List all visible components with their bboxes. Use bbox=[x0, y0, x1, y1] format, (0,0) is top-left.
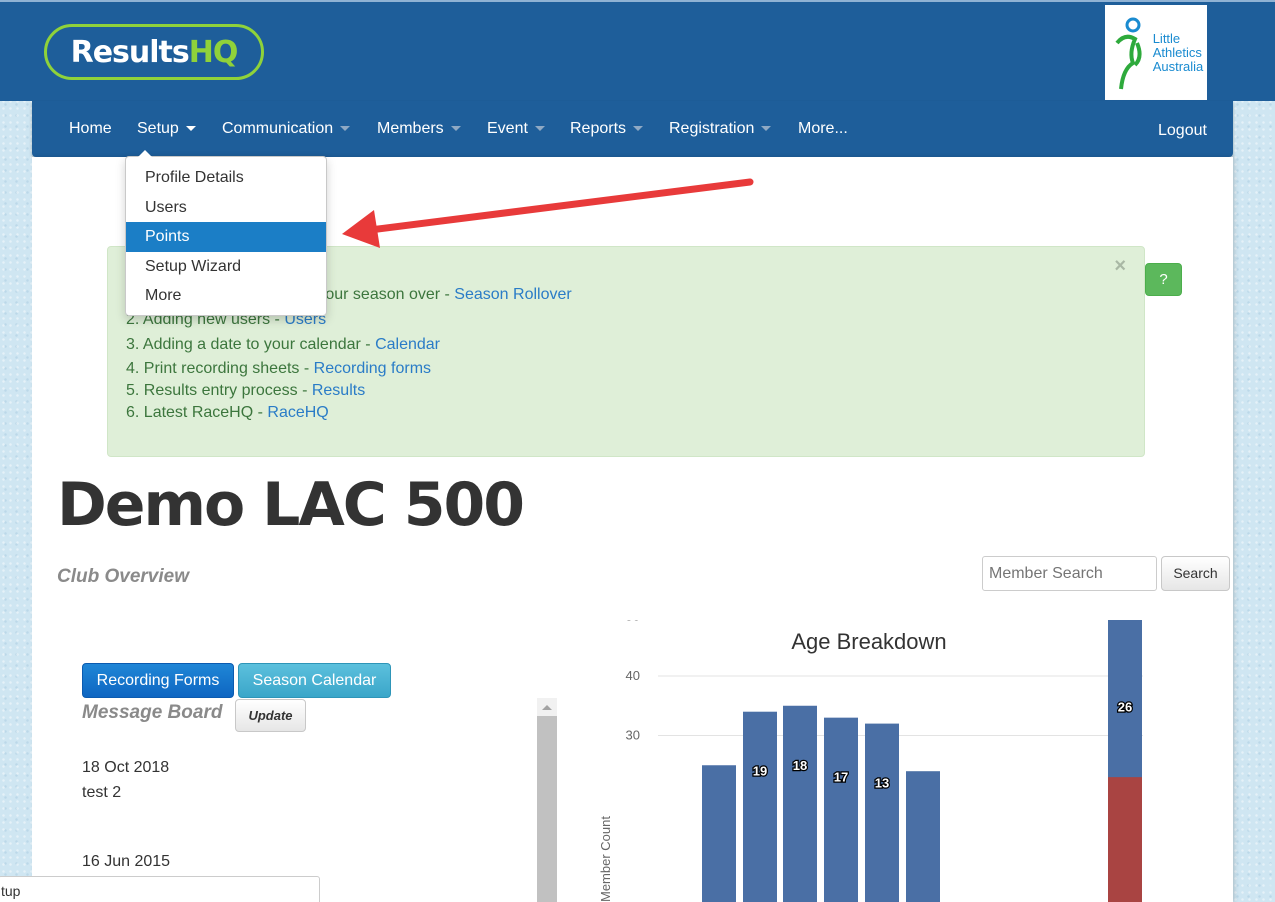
menu-item-points[interactable]: Points bbox=[126, 222, 326, 252]
partner-word: Australia bbox=[1152, 58, 1204, 74]
nav-label: Home bbox=[69, 120, 112, 137]
nav-label: More... bbox=[798, 120, 848, 137]
age-breakdown-chart: Age Breakdown30405060Member Count1918171… bbox=[598, 620, 1143, 902]
bar bbox=[702, 765, 736, 902]
partner-word: Little bbox=[1152, 30, 1181, 46]
alert-text: 6. Latest RaceHQ - bbox=[126, 404, 268, 421]
alert-line: 6. Latest RaceHQ - RaceHQ bbox=[126, 404, 329, 422]
alert-line: d your season over - Season Rollover bbox=[304, 286, 572, 304]
scroll-thumb[interactable] bbox=[537, 716, 557, 902]
nav-label: Setup bbox=[137, 120, 179, 137]
alert-link-season-rollover[interactable]: Season Rollover bbox=[454, 286, 571, 303]
resultshq-logo[interactable]: Results HQ bbox=[44, 24, 264, 80]
logo-text: Results bbox=[70, 34, 190, 70]
club-title: Demo LAC 500 bbox=[57, 470, 525, 540]
athlete-figure-icon bbox=[1115, 17, 1142, 89]
menu-item-more[interactable]: More bbox=[126, 281, 326, 311]
bar-data-label: 19 bbox=[753, 764, 767, 779]
top-header: Results HQ Little Athletics Australia bbox=[0, 0, 1275, 101]
nav-label: Communication bbox=[222, 120, 334, 137]
bar bbox=[824, 717, 858, 902]
message-board-scrollbar[interactable] bbox=[537, 698, 557, 902]
nav-registration[interactable]: Registration bbox=[669, 101, 772, 157]
caret-down-icon bbox=[340, 126, 351, 132]
nav-communication[interactable]: Communication bbox=[222, 101, 351, 157]
alert-line: 4. Print recording sheets - Recording fo… bbox=[126, 360, 431, 378]
caret-down-icon bbox=[633, 126, 644, 132]
bar-data-label: 26 bbox=[1118, 700, 1132, 715]
nav-label: Registration bbox=[669, 120, 755, 137]
logout-label: Logout bbox=[1158, 122, 1207, 139]
bar bbox=[906, 771, 940, 902]
annotation-arrow bbox=[342, 178, 754, 248]
alert-line: 3. Adding a date to your calendar - Cale… bbox=[126, 336, 440, 354]
alert-link-recording-forms[interactable]: Recording forms bbox=[314, 360, 431, 377]
y-tick-label: 30 bbox=[626, 728, 640, 743]
alert-text: 3. Adding a date to your calendar - bbox=[126, 336, 376, 353]
nav-reports[interactable]: Reports bbox=[570, 101, 644, 157]
bar bbox=[1108, 777, 1142, 902]
message-date: 16 Jun 2015 bbox=[82, 853, 171, 870]
nav-home[interactable]: Home bbox=[69, 101, 112, 157]
caret-down-icon bbox=[185, 126, 196, 132]
partner-logo-text: Little Athletics Australia bbox=[1152, 30, 1204, 74]
menu-item-profile-details[interactable]: Profile Details bbox=[126, 163, 326, 193]
help-button[interactable]: ? bbox=[1145, 263, 1182, 296]
nav-setup[interactable]: Setup bbox=[137, 101, 196, 157]
caret-down-icon bbox=[761, 126, 772, 132]
y-tick-label: 40 bbox=[626, 668, 640, 683]
setup-dropdown-menu: Profile Details Users Points Setup Wizar… bbox=[125, 150, 327, 316]
alert-link-racehq[interactable]: RaceHQ bbox=[267, 404, 328, 421]
message-body: test 2 bbox=[82, 784, 122, 801]
y-axis-label: Member Count bbox=[598, 816, 613, 902]
bar bbox=[783, 705, 817, 902]
y-tick-label: 50 bbox=[626, 620, 640, 624]
scroll-up-icon[interactable] bbox=[542, 705, 552, 710]
club-overview-subtitle: Club Overview bbox=[57, 566, 189, 587]
search-button[interactable]: Search bbox=[1161, 556, 1230, 591]
nav-label: Event bbox=[487, 120, 528, 137]
chart-title: Age Breakdown bbox=[791, 629, 946, 654]
alert-link-calendar[interactable]: Calendar bbox=[375, 336, 440, 353]
bar bbox=[743, 711, 777, 902]
alert-text: 4. Print recording sheets - bbox=[126, 360, 314, 377]
nav-members[interactable]: Members bbox=[377, 101, 461, 157]
message-board-title: Message Board bbox=[82, 702, 223, 723]
nav-event[interactable]: Event bbox=[487, 101, 545, 157]
message-date: 18 Oct 2018 bbox=[82, 759, 170, 776]
season-calendar-button[interactable]: Season Calendar bbox=[238, 663, 391, 698]
alert-link-results[interactable]: Results bbox=[312, 382, 365, 399]
bar-data-label: 18 bbox=[793, 758, 807, 773]
close-icon[interactable]: × bbox=[1114, 255, 1126, 278]
update-button[interactable]: Update bbox=[235, 699, 306, 732]
logo-text-accent: HQ bbox=[188, 34, 239, 70]
nav-more[interactable]: More... bbox=[798, 101, 848, 157]
member-search-input[interactable] bbox=[982, 556, 1157, 591]
caret-down-icon bbox=[534, 126, 545, 132]
status-input[interactable]: tup bbox=[0, 876, 320, 902]
menu-item-users[interactable]: Users bbox=[126, 193, 326, 223]
nav-label: Reports bbox=[570, 120, 627, 137]
bar-data-label: 17 bbox=[834, 770, 848, 785]
partner-word: Athletics bbox=[1152, 44, 1202, 60]
little-athletics-logo: Little Athletics Australia bbox=[1105, 5, 1207, 100]
alert-text: 5. Results entry process - bbox=[126, 382, 312, 399]
caret-down-icon bbox=[450, 126, 461, 132]
bar bbox=[865, 723, 899, 902]
main-navbar: Home Setup Communication Members Event R… bbox=[32, 101, 1233, 157]
alert-line: 5. Results entry process - Results bbox=[126, 382, 365, 400]
nav-label: Members bbox=[377, 120, 444, 137]
bar-data-label: 13 bbox=[875, 776, 889, 791]
menu-item-setup-wizard[interactable]: Setup Wizard bbox=[126, 252, 326, 282]
logout-link[interactable]: Logout bbox=[1158, 103, 1207, 159]
recording-forms-button[interactable]: Recording Forms bbox=[82, 663, 234, 698]
